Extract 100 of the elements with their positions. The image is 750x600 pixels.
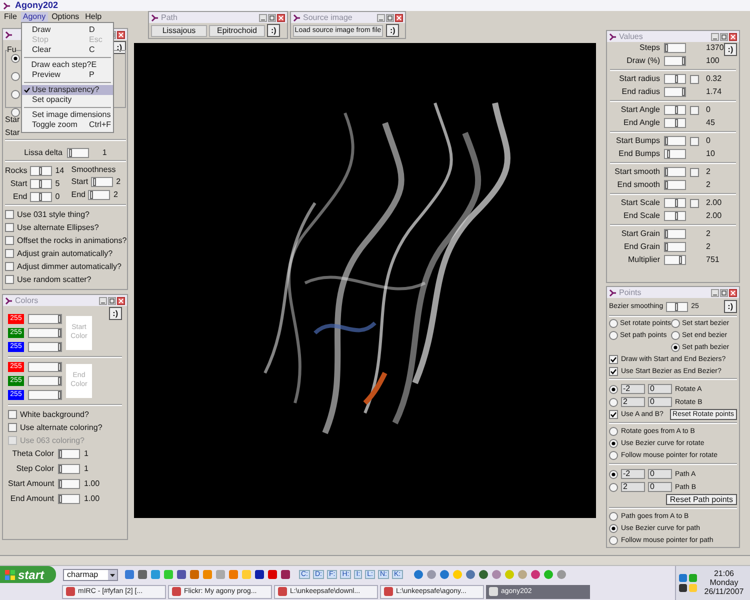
slider-thumb[interactable] [682,88,685,96]
slider[interactable] [30,192,52,202]
checkbox[interactable] [609,410,618,419]
slider[interactable] [666,302,688,312]
slider[interactable] [30,179,52,189]
slider-thumb[interactable] [665,243,668,251]
menu-item[interactable]: Set image dimensions [22,110,113,120]
slider-thumb[interactable] [59,495,62,503]
slider-thumb[interactable] [675,75,678,83]
checkbox[interactable] [690,168,699,176]
input-field[interactable]: 0 [648,384,672,394]
slider-thumb[interactable] [678,256,682,264]
slider[interactable] [664,242,686,252]
menu-item[interactable]: Draw D [22,25,113,35]
checkbox[interactable] [5,249,14,258]
radio-button[interactable] [609,319,618,328]
checkbox[interactable] [690,136,699,146]
radio-button[interactable] [609,512,618,521]
slider-thumb[interactable] [682,57,685,65]
slider-thumb[interactable] [666,150,670,158]
close-button[interactable] [117,296,125,304]
slider[interactable] [664,87,686,97]
smiley-button[interactable]: :) [724,300,737,313]
radio-button[interactable] [609,470,618,478]
maximize-button[interactable] [386,14,394,22]
smiley-button[interactable]: :) [267,24,280,37]
menu-item[interactable]: Preview P [22,70,113,80]
slider-thumb[interactable] [92,178,96,186]
slider-thumb[interactable] [665,44,668,52]
maximize-button[interactable] [720,288,728,296]
menu-item[interactable]: Clear C [22,45,113,55]
slider-thumb[interactable] [38,167,42,175]
slider[interactable] [30,166,52,176]
slider[interactable] [58,494,80,504]
radio-button[interactable] [671,331,680,340]
slider-thumb[interactable] [38,193,42,201]
menu-bar-item[interactable]: Agony [20,12,48,22]
maximize-button[interactable] [268,14,276,22]
checkbox[interactable] [690,74,699,84]
reset-path-button[interactable]: Reset Path points [666,494,737,505]
radio-button[interactable] [609,398,618,406]
tab[interactable]: Lissajous [151,24,207,36]
slider[interactable] [664,105,686,115]
slider-thumb[interactable] [59,480,62,488]
slider-thumb[interactable] [58,377,61,385]
slider[interactable] [28,362,62,372]
close-button[interactable] [395,14,403,22]
slider-thumb[interactable] [58,329,61,337]
maximize-button[interactable] [720,32,728,40]
slider[interactable] [664,118,686,128]
close-button[interactable] [277,14,285,22]
input-field[interactable]: -2 [621,384,645,394]
slider-thumb[interactable] [675,212,678,220]
input-field[interactable]: 0 [648,397,672,407]
radio-button[interactable] [671,319,680,328]
slider-thumb[interactable] [675,106,678,114]
slider-thumb[interactable] [59,450,62,458]
slider[interactable] [664,43,686,53]
checkbox[interactable] [690,106,699,114]
smiley-button[interactable]: :) [108,307,122,320]
maximize-button[interactable] [108,296,116,304]
slider-thumb[interactable] [675,199,678,207]
slider[interactable] [664,136,686,146]
slider-thumb[interactable] [665,181,668,189]
slider[interactable] [58,449,80,459]
slider-thumb[interactable] [675,119,678,127]
slider[interactable] [67,148,90,158]
menu-item[interactable]: Set opacity [22,95,113,105]
checkbox[interactable] [5,262,14,271]
close-button[interactable] [729,32,737,40]
minimize-button[interactable] [99,296,107,304]
input-field[interactable]: -2 [621,469,645,479]
menu-bar-item[interactable]: File [2,12,19,22]
close-button[interactable] [729,288,737,296]
tab[interactable]: Epitrochoid [209,24,265,36]
input-field[interactable]: 0 [648,482,672,492]
start-button[interactable]: start [0,566,56,583]
slider-thumb[interactable] [69,149,72,157]
menu-bar-item[interactable]: Help [83,12,104,22]
slider[interactable] [664,255,686,265]
slider[interactable] [664,180,686,190]
radio-button[interactable] [11,72,20,81]
slider[interactable] [664,149,686,159]
radio-button[interactable] [609,524,618,533]
slider[interactable] [28,328,62,338]
radio-button[interactable] [609,451,618,460]
slider[interactable] [58,464,80,474]
slider[interactable] [664,211,686,221]
slider-thumb[interactable] [674,302,678,310]
input-field[interactable]: 0 [648,469,672,479]
slider-thumb[interactable] [38,180,42,188]
radio-button[interactable] [609,384,618,394]
slider[interactable] [28,376,62,386]
slider-thumb[interactable] [90,191,94,199]
slider[interactable] [664,74,686,84]
radio-button[interactable] [609,439,618,448]
slider-thumb[interactable] [665,168,668,176]
checkbox[interactable] [8,423,17,432]
minimize-button[interactable] [377,14,385,22]
slider-thumb[interactable] [59,465,62,473]
